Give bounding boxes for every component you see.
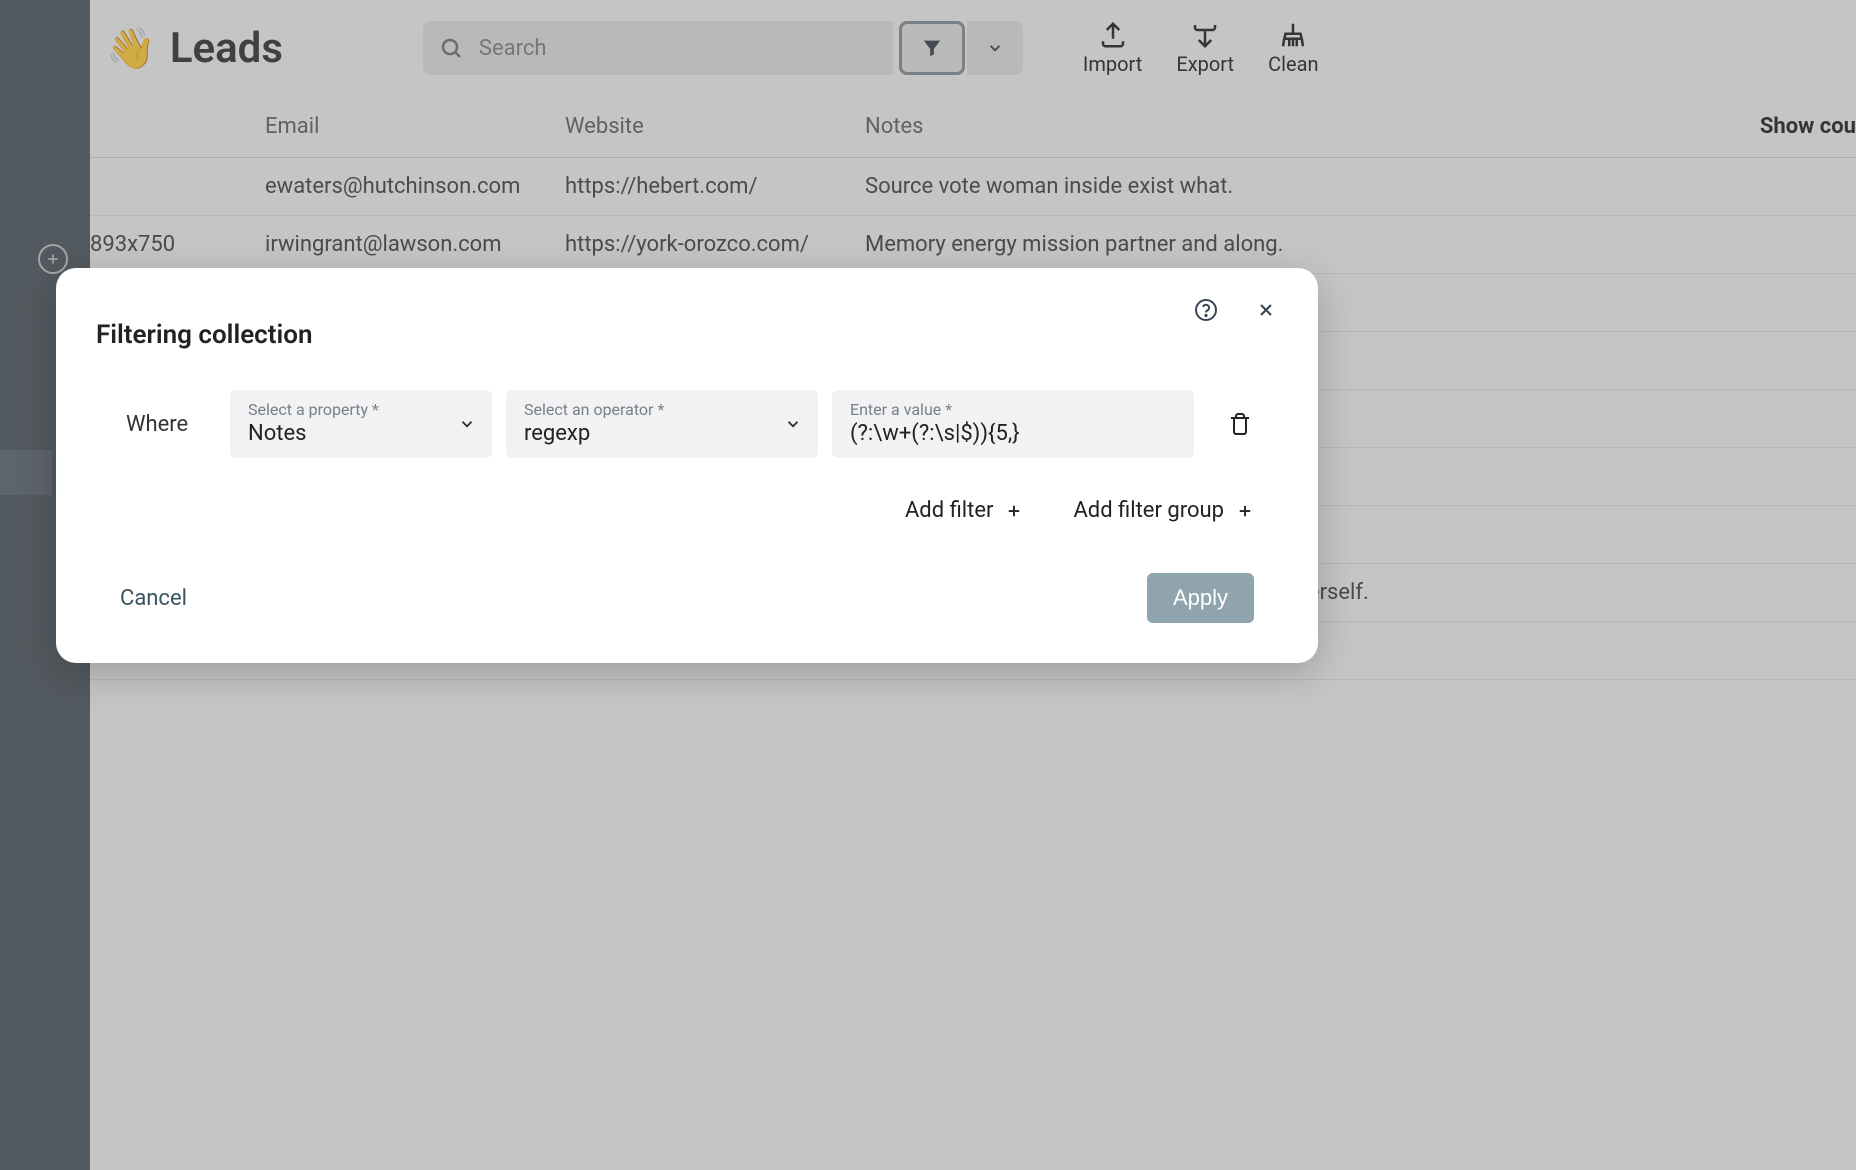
chevron-down-icon bbox=[458, 415, 476, 433]
where-label: Where bbox=[126, 412, 216, 437]
close-button[interactable] bbox=[1254, 298, 1278, 322]
add-filter-group-label: Add filter group bbox=[1073, 498, 1224, 523]
modal-title: Filtering collection bbox=[96, 320, 312, 350]
value-label: Enter a value * bbox=[850, 400, 1176, 419]
add-filter-label: Add filter bbox=[905, 498, 993, 523]
add-filter-actions: Add filter Add filter group bbox=[96, 498, 1278, 523]
property-value: Notes bbox=[248, 421, 474, 446]
operator-value: regexp bbox=[524, 421, 800, 446]
property-select[interactable]: Select a property * Notes bbox=[230, 390, 492, 458]
help-icon bbox=[1194, 298, 1218, 322]
add-filter-button[interactable]: Add filter bbox=[905, 498, 1023, 523]
add-filter-group-button[interactable]: Add filter group bbox=[1073, 498, 1254, 523]
filter-modal: Filtering collection Where Select a prop… bbox=[56, 268, 1318, 663]
trash-icon bbox=[1228, 411, 1252, 437]
close-icon bbox=[1256, 300, 1276, 320]
help-button[interactable] bbox=[1194, 298, 1218, 322]
chevron-down-icon bbox=[784, 415, 802, 433]
plus-icon bbox=[1005, 502, 1023, 520]
operator-label: Select an operator * bbox=[524, 400, 800, 419]
value-input-wrapper: Enter a value * bbox=[832, 390, 1194, 458]
filter-row: Where Select a property * Notes Select a… bbox=[96, 390, 1278, 458]
plus-icon bbox=[1236, 502, 1254, 520]
cancel-button[interactable]: Cancel bbox=[120, 586, 187, 611]
delete-filter-button[interactable] bbox=[1228, 411, 1252, 437]
property-label: Select a property * bbox=[248, 400, 474, 419]
operator-select[interactable]: Select an operator * regexp bbox=[506, 390, 818, 458]
apply-button[interactable]: Apply bbox=[1147, 573, 1254, 623]
value-input[interactable] bbox=[850, 421, 1176, 446]
